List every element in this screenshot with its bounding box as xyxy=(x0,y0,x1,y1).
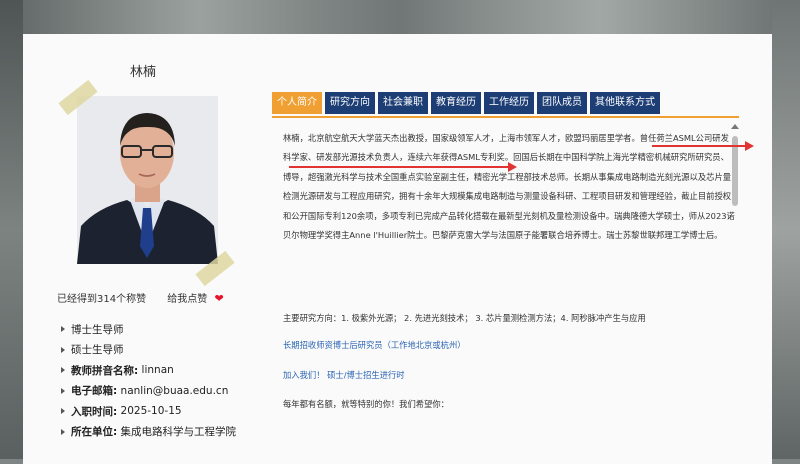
scroll-up-icon[interactable] xyxy=(731,124,739,129)
info-item: 硕士生导师 xyxy=(61,340,236,361)
bullet-icon xyxy=(61,428,65,435)
content-scrollbar[interactable] xyxy=(731,122,739,462)
bullet-icon xyxy=(61,326,65,333)
join-us-link[interactable]: 加入我们！ 硕士/博士招生进行时 xyxy=(283,369,405,381)
profile-tabs: 个人简介 研究方向 社会兼职 教育经历 工作经历 团队成员 其他联系方式 xyxy=(272,92,660,114)
info-item: 入职时间: 2025-10-15 xyxy=(61,401,236,422)
info-label: 入职时间: xyxy=(71,405,118,418)
bullet-icon xyxy=(61,346,65,353)
pinyin-name: linnan xyxy=(141,364,174,377)
tab-social-roles[interactable]: 社会兼职 xyxy=(378,92,428,114)
info-label: 教师拼音名称: xyxy=(71,364,139,377)
postdoc-recruit-link[interactable]: 长期招收师资博士后研究员（工作地北京或杭州） xyxy=(283,339,466,351)
likes-count: 已经得到314个称赞 xyxy=(57,294,147,305)
profile-card: 林楠 已经得到314个称赞 给我点赞 ❤ 博士生导师 硕士生导师 教师拼音名称:… xyxy=(23,34,772,464)
teacher-info-list: 博士生导师 硕士生导师 教师拼音名称: linnan 电子邮箱: nanlin@… xyxy=(61,319,236,442)
info-item: 教师拼音名称: linnan xyxy=(61,360,236,381)
info-label: 电子邮箱: xyxy=(71,385,118,398)
teacher-name: 林楠 xyxy=(130,65,157,80)
info-item: 博士生导师 xyxy=(61,319,236,340)
bullet-icon xyxy=(61,408,65,415)
email-value: nanlin@buaa.edu.cn xyxy=(120,384,229,397)
department-value: 集成电路科学与工程学院 xyxy=(120,426,237,439)
research-directions: 主要研究方向：1. 极紫外光源； 2. 先进光刻技术； 3. 芯片量测检测方法；… xyxy=(283,313,646,323)
bullet-icon xyxy=(61,367,65,374)
annotation-arrow xyxy=(652,141,754,151)
annotation-arrow xyxy=(289,162,517,172)
info-item: 所在单位: 集成电路科学与工程学院 xyxy=(61,422,236,443)
info-item: 电子邮箱: nanlin@buaa.edu.cn xyxy=(61,381,236,402)
join-date: 2025-10-15 xyxy=(120,405,182,418)
tab-personal-intro[interactable]: 个人简介 xyxy=(272,92,322,114)
likes-row: 已经得到314个称赞 给我点赞 ❤ xyxy=(57,290,224,305)
tab-education[interactable]: 教育经历 xyxy=(431,92,481,114)
tab-underline xyxy=(272,116,739,118)
tab-team-members[interactable]: 团队成员 xyxy=(537,92,587,114)
teacher-photo xyxy=(77,96,218,264)
like-button[interactable]: 给我点赞 xyxy=(167,294,207,305)
tab-other-contacts[interactable]: 其他联系方式 xyxy=(590,92,660,114)
tab-work-experience[interactable]: 工作经历 xyxy=(484,92,534,114)
heart-icon[interactable]: ❤ xyxy=(214,292,223,305)
info-label: 所在单位: xyxy=(71,426,118,439)
closing-text: 每年都有名额，就等特别的你！我们希望你： xyxy=(283,399,449,409)
bullet-icon xyxy=(61,387,65,394)
tab-research-direction[interactable]: 研究方向 xyxy=(325,92,375,114)
